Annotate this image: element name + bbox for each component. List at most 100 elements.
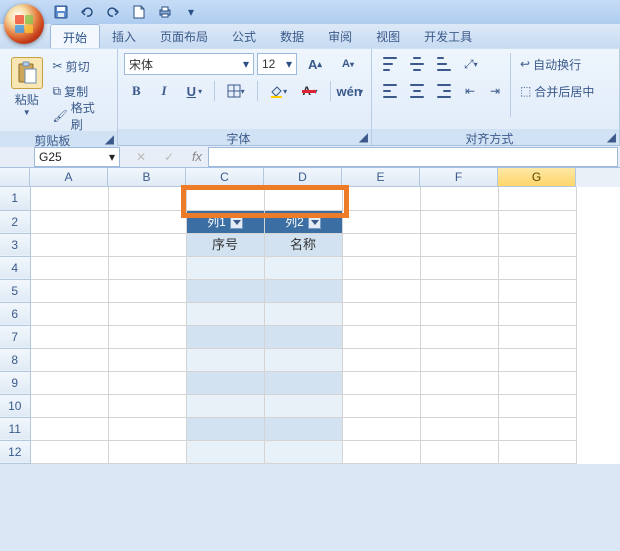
qat-customize-dropdown[interactable]: ▾	[180, 1, 202, 23]
tab-view[interactable]: 视图	[364, 24, 412, 48]
align-left-button[interactable]	[378, 80, 402, 102]
table-cell[interactable]	[264, 440, 342, 463]
table-cell[interactable]	[264, 394, 342, 417]
phonetic-button[interactable]: wén▾	[337, 80, 365, 102]
enter-formula-button[interactable]: ✓	[158, 147, 180, 167]
column-header-d[interactable]: D	[264, 168, 342, 187]
font-size-combobox[interactable]: 12 ▾	[257, 53, 297, 75]
row-header[interactable]: 3	[0, 233, 30, 256]
redo-icon	[106, 5, 120, 19]
table-cell[interactable]	[186, 348, 264, 371]
align-bottom-icon	[437, 57, 451, 71]
font-color-button[interactable]: A▾	[295, 80, 323, 102]
wrap-text-button[interactable]: ↩ 自动换行	[515, 53, 599, 75]
align-top-button[interactable]	[378, 53, 402, 75]
row-header[interactable]: 5	[0, 279, 30, 302]
name-box[interactable]: G25 ▾	[34, 147, 120, 167]
decrease-font-button[interactable]: A▾	[333, 53, 363, 75]
column-header-b[interactable]: B	[108, 168, 186, 187]
cells-grid: 1 2 列1 列2 3 序号名称 4 5 6 7 8 9 10 11 12	[0, 187, 577, 464]
chevron-down-icon: ▾	[188, 5, 194, 19]
table-cell[interactable]	[264, 302, 342, 325]
column-header-c[interactable]: C	[186, 168, 264, 187]
increase-indent-button[interactable]: ⇥	[484, 80, 506, 102]
row-header[interactable]: 2	[0, 210, 30, 233]
tab-developer[interactable]: 开发工具	[412, 24, 484, 48]
tab-insert[interactable]: 插入	[100, 24, 148, 48]
paste-label: 粘贴	[15, 91, 39, 108]
format-painter-button[interactable]: 🖌 格式刷	[48, 105, 112, 127]
align-center-button[interactable]	[405, 80, 429, 102]
qat-redo-button[interactable]	[102, 1, 124, 23]
tab-page-layout[interactable]: 页面布局	[148, 24, 220, 48]
table-cell[interactable]	[264, 279, 342, 302]
table-header-cell[interactable]: 列1	[186, 210, 264, 233]
qat-undo-button[interactable]	[76, 1, 98, 23]
office-button[interactable]	[4, 4, 44, 44]
align-middle-button[interactable]	[405, 53, 429, 75]
table-cell[interactable]: 序号	[186, 233, 264, 256]
cancel-formula-button[interactable]: ✕	[130, 147, 152, 167]
chevron-down-icon: ▼	[23, 108, 31, 117]
fill-color-button[interactable]: ▾	[264, 80, 292, 102]
paste-button[interactable]: 粘贴 ▼	[6, 53, 48, 117]
table-cell[interactable]	[186, 394, 264, 417]
align-right-button[interactable]	[432, 80, 456, 102]
table-cell[interactable]	[264, 325, 342, 348]
cut-button[interactable]: ✂ 剪切	[48, 55, 112, 77]
align-bottom-button[interactable]	[432, 53, 456, 75]
row-header[interactable]: 9	[0, 371, 30, 394]
borders-icon	[227, 81, 241, 101]
row-header[interactable]: 4	[0, 256, 30, 279]
table-cell[interactable]	[186, 440, 264, 463]
row-header[interactable]: 1	[0, 187, 30, 210]
tab-formula[interactable]: 公式	[220, 24, 268, 48]
qat-new-button[interactable]	[128, 1, 150, 23]
table-cell[interactable]	[264, 417, 342, 440]
row-header[interactable]: 12	[0, 440, 30, 463]
italic-button[interactable]: I	[152, 80, 177, 102]
increase-font-button[interactable]: A▴	[300, 53, 330, 75]
table-cell[interactable]	[264, 348, 342, 371]
row-header[interactable]: 7	[0, 325, 30, 348]
row-header[interactable]: 6	[0, 302, 30, 325]
filter-dropdown-icon[interactable]	[230, 216, 243, 229]
bold-button[interactable]: B	[124, 80, 149, 102]
select-all-corner[interactable]	[0, 168, 30, 187]
table-cell[interactable]	[264, 256, 342, 279]
orientation-button[interactable]: ⤢▾	[459, 53, 483, 75]
table-cell[interactable]	[186, 325, 264, 348]
underline-button[interactable]: U▾	[179, 80, 207, 102]
qat-save-button[interactable]	[50, 1, 72, 23]
decrease-indent-button[interactable]: ⇤	[459, 80, 481, 102]
tab-review[interactable]: 审阅	[316, 24, 364, 48]
insert-function-button[interactable]: fx	[186, 147, 208, 167]
table-cell[interactable]	[186, 302, 264, 325]
column-header-a[interactable]: A	[30, 168, 108, 187]
qat-print-button[interactable]	[154, 1, 176, 23]
column-header-e[interactable]: E	[342, 168, 420, 187]
dialog-launcher-icon[interactable]: ◢	[105, 132, 114, 146]
table-cell[interactable]	[186, 256, 264, 279]
row-header[interactable]: 11	[0, 417, 30, 440]
column-header-g[interactable]: G	[498, 168, 576, 187]
formula-bar[interactable]	[208, 147, 618, 167]
row-header[interactable]: 8	[0, 348, 30, 371]
table-cell[interactable]	[264, 371, 342, 394]
filter-dropdown-icon[interactable]	[308, 216, 321, 229]
spreadsheet-grid[interactable]: A B C D E F G 1 2 列1 列2 3 序号名称 4 5 6 7 8 …	[0, 168, 620, 464]
font-name-combobox[interactable]: 宋体 ▾	[124, 53, 254, 75]
table-cell[interactable]: 名称	[264, 233, 342, 256]
tab-home[interactable]: 开始	[50, 24, 100, 48]
table-cell[interactable]	[186, 279, 264, 302]
table-header-cell[interactable]: 列2	[264, 210, 342, 233]
column-header-f[interactable]: F	[420, 168, 498, 187]
merge-center-button[interactable]: ⬚ 合并后居中	[515, 80, 599, 102]
table-cell[interactable]	[186, 417, 264, 440]
tab-data[interactable]: 数据	[268, 24, 316, 48]
table-cell[interactable]	[186, 371, 264, 394]
borders-button[interactable]: ▾	[222, 80, 250, 102]
dialog-launcher-icon[interactable]: ◢	[359, 130, 368, 144]
dialog-launcher-icon[interactable]: ◢	[607, 130, 616, 144]
row-header[interactable]: 10	[0, 394, 30, 417]
